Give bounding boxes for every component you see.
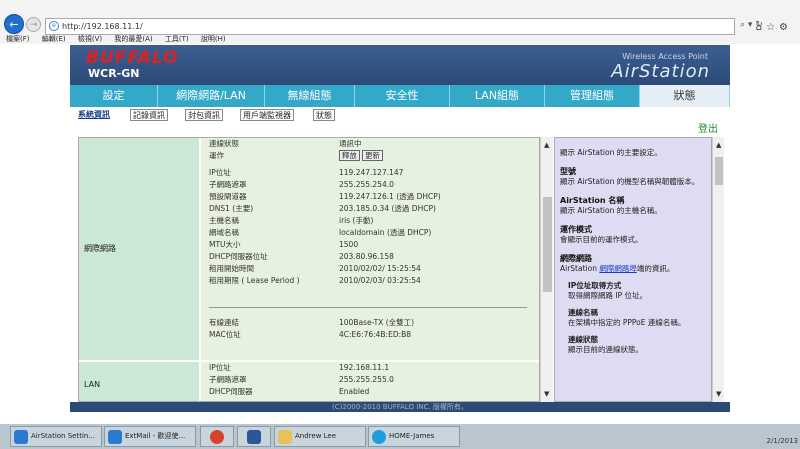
home-star-gear-icons[interactable]: ⌂☆⚙ [756,22,792,33]
help-conn-status-text: 顯示目前的連線狀態。 [568,345,643,354]
taskbar-item-extmail[interactable]: ExtMail - 歡迎使... [104,426,196,447]
help-intro: 顯示 AirStation 的主要設定。 [560,148,662,157]
taskbar: AirStation Settin... ExtMail - 歡迎使... An… [0,424,800,449]
product-line: Wireless Access Point [622,52,708,61]
help-conn-name-text: 在架構中指定的 PPPoE 連線名稱。 [568,318,686,327]
help-name-title: AirStation 名稱 [560,196,625,205]
model-name: WCR-GN [88,67,140,80]
subtab-system-info[interactable]: 系統資訊 [76,109,112,121]
browser-chrome: ← → e http://192.168.11.1/ ⌕ ▾ ↻ ⌂☆⚙ 檔案(… [0,0,800,44]
help-name-text: 顯示 AirStation 的主機名稱。 [560,206,662,215]
logout-link[interactable]: 登出 [698,120,718,135]
tab-lan-config[interactable]: LAN組態 [450,85,545,107]
tab-wireless[interactable]: 無線組態 [265,85,355,107]
tab-status[interactable]: 狀態 [640,85,730,107]
menu-file[interactable]: 檔案(F) [6,35,30,43]
help-conn-status-title: 連線狀態 [568,335,598,344]
release-button[interactable]: 釋放 [339,150,360,161]
menu-favorites[interactable]: 我的最愛(A) [114,35,152,43]
divider [209,307,527,308]
chat-icon [372,430,386,444]
renew-button[interactable]: 更新 [362,150,383,161]
url-text: http://192.168.11.1/ [62,22,143,31]
page-footer: (C)2000-2010 BUFFALO INC. 版權所有。 [70,402,730,412]
brand-logo: BUFFALO [86,48,179,68]
menu-view[interactable]: 檢視(V) [78,35,102,43]
scroll-thumb[interactable] [543,197,552,292]
scroll-down-icon[interactable]: ▼ [544,390,549,398]
subtab-packet-info[interactable]: 封包資訊 [185,109,223,121]
ie-icon [14,430,28,444]
page-header: BUFFALO WCR-GN Wireless Access Point Air… [70,45,730,85]
help-ip-method-title: IP位址取得方式 [568,281,622,290]
lan-section-label: LAN [79,362,199,401]
help-ip-method-text: 取得網際網路 IP 位址。 [568,291,648,300]
page-icon: e [49,21,59,31]
help-internet-text: AirStation 網際網路埠端的資訊。 [560,264,675,273]
subtab-log-info[interactable]: 記錄資訊 [130,109,168,121]
content-scrollbar[interactable]: ▲ ▼ [540,137,553,402]
help-model-title: 型號 [560,167,576,176]
menu-tools[interactable]: 工具(T) [165,35,189,43]
help-scroll-up-icon[interactable]: ▲ [716,141,721,149]
internet-section-label: 網際網路 [79,138,199,360]
folder-icon [278,430,292,444]
forward-button[interactable]: → [26,17,41,32]
address-bar-row: ← → e http://192.168.11.1/ ⌕ ▾ ↻ ⌂☆⚙ [0,9,800,35]
menu-edit[interactable]: 編輯(E) [42,35,66,43]
chrome-icon [210,430,224,444]
taskbar-item-word[interactable] [237,426,271,447]
tab-admin[interactable]: 管理組態 [545,85,640,107]
help-scrollbar[interactable]: ▲ ▼ [712,137,724,402]
help-mode-text: 會顯示目前的運作模式。 [560,235,643,244]
subtab-client-monitor[interactable]: 用戶端監視器 [240,109,294,121]
help-pane: 顯示 AirStation 的主要設定。 型號 顯示 AirStation 的機… [554,137,712,402]
help-mode-title: 運作模式 [560,225,592,234]
main-nav: 設定 網際網路/LAN 無線組態 安全性 LAN組態 管理組態 狀態 [70,85,730,107]
help-internet-link[interactable]: 網際網路埠 [599,264,637,273]
back-button[interactable]: ← [4,14,24,34]
help-internet-title: 網際網路 [560,254,592,263]
help-scroll-thumb[interactable] [715,157,723,185]
router-page: BUFFALO WCR-GN Wireless Access Point Air… [70,45,730,412]
word-icon [247,430,261,444]
tab-setup[interactable]: 設定 [70,85,158,107]
help-model-text: 顯示 AirStation 的機型名稱與韌體版本。 [560,177,700,186]
ie-icon [108,430,122,444]
url-input[interactable]: e http://192.168.11.1/ [45,18,735,35]
help-scroll-down-icon[interactable]: ▼ [716,390,721,398]
tab-security[interactable]: 安全性 [355,85,450,107]
product-logo: AirStation [611,61,710,82]
internet-section-rows: 連線狀態 通訊中 運作 釋放 更新 IP位址 119.247.127.147 子網路遮罩… [201,138,539,360]
subtab-status[interactable]: 狀態 [313,109,335,121]
scroll-up-icon[interactable]: ▲ [544,141,549,149]
sub-nav: 系統資訊 記錄資訊 封包資訊 用戶端監視器 狀態 [70,107,730,121]
taskbar-item-airstation[interactable]: AirStation Settin... [10,426,102,447]
menu-help[interactable]: 說明(H) [201,35,226,43]
help-conn-name-title: 連線名稱 [568,308,598,317]
taskbar-item-folder[interactable]: Andrew Lee [274,426,366,447]
taskbar-item-chrome[interactable] [200,426,234,447]
taskbar-item-home[interactable]: HOME-James [368,426,460,447]
lan-section-rows: IP位址 192.168.11.1 子網路遮罩 255.255.255.0 DHCP… [201,362,539,401]
status-panel: 網際網路 連線狀態 通訊中 運作 釋放 更新 IP位址 119.247.127.147 … [78,137,540,402]
menu-bar: 檔案(F) 編輯(E) 檢視(V) 我的最愛(A) 工具(T) 說明(H) [0,34,800,44]
tab-internet-lan[interactable]: 網際網路/LAN [158,85,265,107]
taskbar-clock: 2/1/2013 [766,437,798,445]
